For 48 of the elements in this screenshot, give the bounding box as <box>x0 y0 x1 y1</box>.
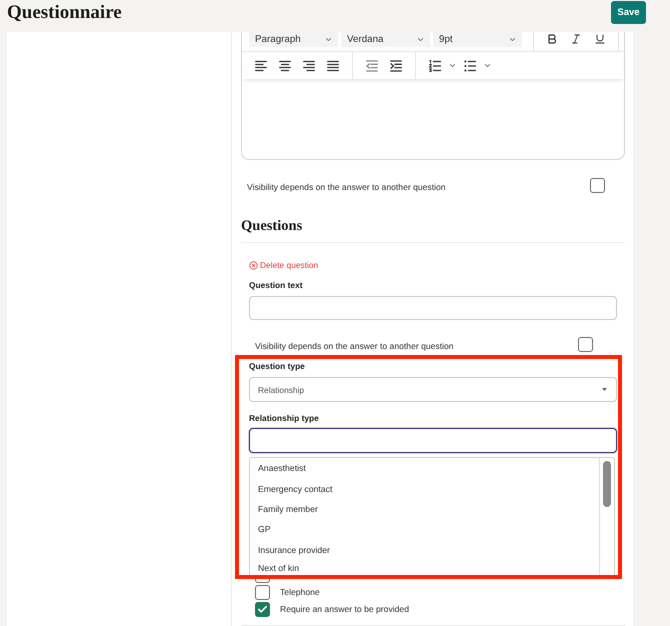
page-title: Questionnaire <box>7 2 122 24</box>
checkbox[interactable] <box>255 602 270 617</box>
italic-icon[interactable] <box>570 33 582 45</box>
chevron-down-icon <box>508 35 517 44</box>
question-type-select[interactable]: Relationship <box>249 377 617 402</box>
bold-icon[interactable] <box>546 33 558 45</box>
chevron-down-icon <box>416 35 425 44</box>
bulleted-list-icon[interactable] <box>464 60 476 72</box>
align-left-icon[interactable] <box>255 60 267 72</box>
dropdown-option[interactable]: Anaesthetist <box>250 458 599 478</box>
dropdown-option[interactable]: Emergency contact <box>250 478 599 499</box>
align-right-icon[interactable] <box>303 60 315 72</box>
section-heading: Questions <box>241 217 302 235</box>
underline-icon[interactable] <box>594 33 606 45</box>
dropdown-option[interactable]: Insurance provider <box>250 540 599 560</box>
circle-x-icon <box>249 260 258 270</box>
field-label: Question text <box>249 280 303 291</box>
check-icon <box>257 604 268 615</box>
visibility-label: Visibility depends on the answer to another question <box>247 182 446 193</box>
align-justify-icon[interactable] <box>327 60 339 72</box>
align-center-icon[interactable] <box>279 60 291 72</box>
dropdown-option[interactable]: Family member <box>250 498 599 520</box>
checkbox[interactable] <box>578 337 593 352</box>
visibility-label: Visibility depends on the answer to another question <box>255 341 454 352</box>
chevron-down-icon[interactable] <box>483 61 492 70</box>
dropdown-option[interactable]: Next of kin <box>250 560 599 575</box>
checkbox-label: Telephone <box>280 587 320 598</box>
field-label: Question type <box>249 361 305 372</box>
save-button[interactable]: Save <box>611 1 646 24</box>
checkbox-label: Require an answer to be provided <box>280 604 409 615</box>
outdent-icon[interactable] <box>366 60 378 72</box>
indent-icon[interactable] <box>390 60 402 72</box>
chevron-down-icon[interactable] <box>448 61 457 70</box>
checkbox[interactable] <box>255 579 270 583</box>
caret-icon <box>602 388 607 391</box>
checkbox[interactable] <box>255 585 270 600</box>
relationship-type-field[interactable] <box>249 428 617 453</box>
scrollbar-thumb[interactable] <box>603 461 611 507</box>
dropdown-option[interactable]: GP <box>250 519 599 540</box>
chevron-down-icon <box>324 35 333 44</box>
toolbar-select[interactable]: Verdana <box>341 32 430 47</box>
delete-question-link[interactable]: Delete question <box>249 259 318 271</box>
toolbar-select[interactable]: Paragraph <box>249 32 338 47</box>
checkbox[interactable] <box>590 178 605 193</box>
question-text-field[interactable] <box>249 296 617 320</box>
field-label: Relationship type <box>249 413 319 424</box>
toolbar-select[interactable]: 9pt <box>433 32 522 47</box>
numbered-list-icon[interactable] <box>429 60 441 72</box>
